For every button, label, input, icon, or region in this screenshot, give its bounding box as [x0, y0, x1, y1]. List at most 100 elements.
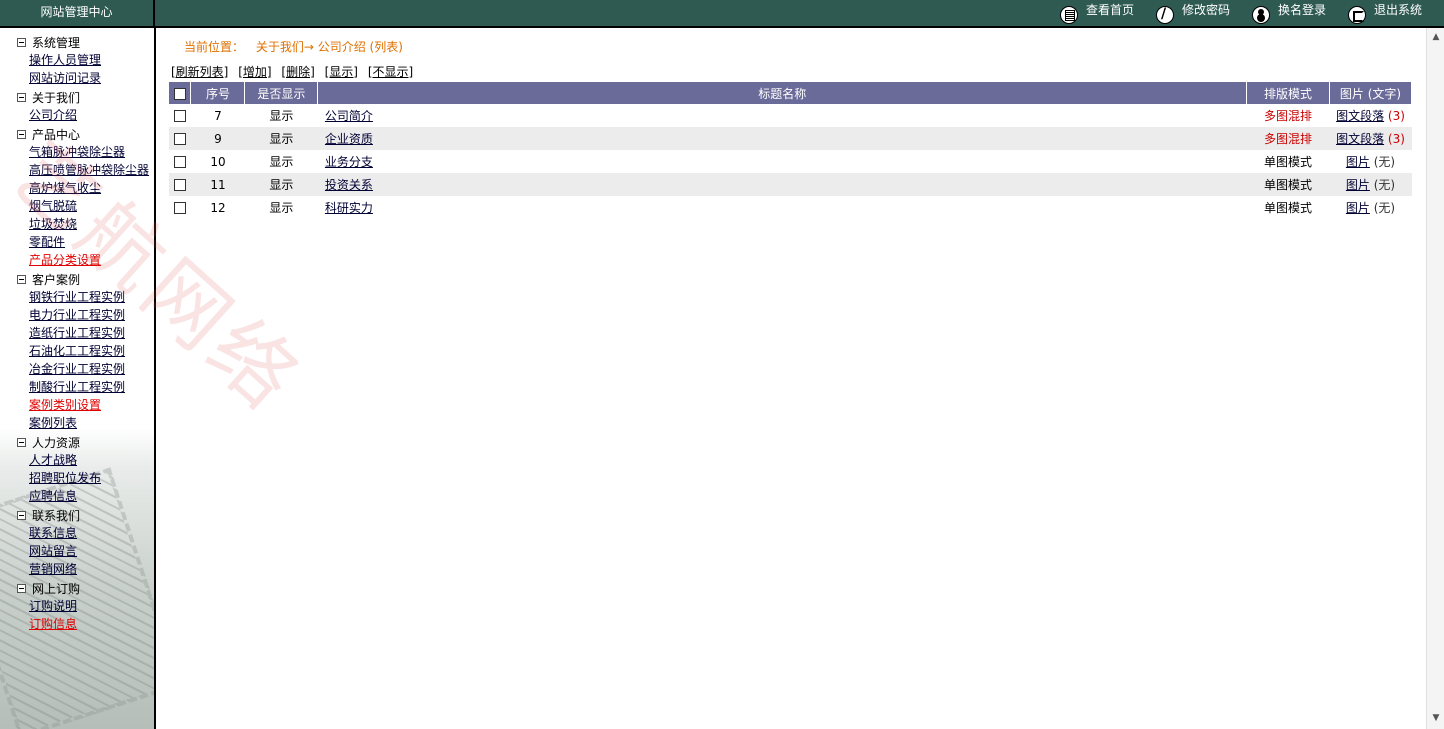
sidebar-item[interactable]: 垃圾焚烧: [0, 215, 154, 233]
sidebar-item[interactable]: 案例类别设置: [0, 396, 154, 414]
sidebar-item[interactable]: 公司介绍: [0, 106, 154, 124]
sidebar-item[interactable]: 订购说明: [0, 597, 154, 615]
sidebar-group-header[interactable]: 关于我们: [0, 88, 154, 106]
sidebar-group-title: 人力资源: [32, 435, 81, 450]
sidebar-item[interactable]: 造纸行业工程实例: [0, 324, 154, 342]
row-id: 10: [210, 154, 226, 169]
key-icon: [1155, 6, 1174, 24]
sidebar-item[interactable]: 电力行业工程实例: [0, 306, 154, 324]
scroll-up-arrow-icon[interactable]: ▲: [1430, 32, 1442, 44]
sidebar-item[interactable]: 案例列表: [0, 414, 154, 432]
collapse-minus-icon[interactable]: [17, 37, 26, 47]
sidebar-item[interactable]: 网站留言: [0, 542, 154, 560]
sidebar-group-title: 系统管理: [32, 35, 81, 50]
table-row: 7 显示 公司简介 多图混排 图文段落 (3): [169, 104, 1412, 127]
table-header-row: 序号 是否显示 标题名称 排版模式 图片 (文字): [169, 82, 1413, 104]
row-picture-link[interactable]: 图片: [1346, 178, 1370, 192]
row-title-link[interactable]: 企业资质: [325, 132, 373, 146]
sidebar-group-header[interactable]: 联系我们: [0, 506, 154, 524]
row-picture-link[interactable]: 图片: [1346, 155, 1370, 169]
logout-label: 退出系统: [1373, 3, 1422, 17]
row-picture-link[interactable]: 图片: [1346, 201, 1370, 215]
sidebar-item[interactable]: 人才战略: [0, 451, 154, 469]
sidebar-item[interactable]: 订购信息: [0, 615, 154, 633]
row-title-cell: 业务分支: [318, 150, 1247, 173]
sidebar-item[interactable]: 产品分类设置: [0, 251, 154, 269]
row-id: 7: [214, 108, 222, 123]
sidebar-group-header[interactable]: 人力资源: [0, 433, 154, 451]
row-title-link[interactable]: 公司简介: [325, 109, 373, 123]
sidebar-group-header[interactable]: 客户案例: [0, 270, 154, 288]
refresh-list-button[interactable]: [刷新列表]: [171, 65, 228, 79]
row-picture-link[interactable]: 图文段落: [1336, 109, 1384, 123]
row-checkbox[interactable]: [173, 156, 186, 168]
select-all-header[interactable]: [169, 82, 192, 104]
switch-user-link[interactable]: 换名登录: [1251, 2, 1326, 24]
collapse-minus-icon[interactable]: [17, 437, 26, 447]
sidebar-group-header[interactable]: 系统管理: [0, 33, 154, 51]
sidebar-item[interactable]: 烟气脱硫: [0, 197, 154, 215]
sidebar-item[interactable]: 招聘职位发布: [0, 469, 154, 487]
row-id: 11: [190, 173, 245, 196]
row-picture-cell: 图文段落 (3): [1329, 104, 1411, 127]
top-links: 查看首页 修改密码 换名登录 退出系统: [1038, 0, 1422, 26]
header-show: 是否显示: [244, 82, 319, 104]
table-row: 12 显示 科研实力 单图模式 图片 (无): [169, 196, 1412, 219]
sidebar-item[interactable]: 钢铁行业工程实例: [0, 288, 154, 306]
breadcrumb-path: 关于我们→ 公司介绍 (列表): [255, 40, 403, 54]
show-button[interactable]: [显示]: [325, 65, 358, 79]
collapse-minus-icon[interactable]: [17, 510, 26, 520]
row-show-status: 显示: [244, 173, 318, 196]
row-checkbox[interactable]: [173, 202, 186, 214]
row-picture-count: (无): [1373, 201, 1396, 215]
sidebar-item[interactable]: 操作人员管理: [0, 51, 154, 69]
row-select-cell[interactable]: [169, 173, 191, 196]
scroll-down-arrow-icon[interactable]: ▼: [1430, 713, 1442, 725]
sidebar-item[interactable]: 冶金行业工程实例: [0, 360, 154, 378]
sidebar-group-header[interactable]: 产品中心: [0, 125, 154, 143]
row-picture-count: (无): [1373, 155, 1396, 169]
row-checkbox[interactable]: [173, 133, 186, 145]
row-select-cell[interactable]: [169, 127, 191, 150]
hide-button[interactable]: [不显示]: [368, 65, 413, 79]
switch-user-label: 换名登录: [1277, 3, 1326, 17]
vertical-scrollbar[interactable]: ▲ ▼: [1426, 28, 1444, 729]
add-button[interactable]: [增加]: [238, 65, 271, 79]
row-layout: 单图模式: [1263, 201, 1312, 215]
logout-link[interactable]: 退出系统: [1347, 2, 1422, 24]
row-select-cell[interactable]: [169, 104, 191, 127]
row-title-link[interactable]: 科研实力: [325, 201, 373, 215]
table-body: 7 显示 公司简介 多图混排 图文段落 (3) 9 显示 企业资质 多图混排 图文段落 (3) 10…: [169, 104, 1412, 219]
sidebar-item[interactable]: 气箱脉冲袋除尘器: [0, 143, 154, 161]
change-password-link[interactable]: 修改密码: [1155, 2, 1230, 24]
row-title-link[interactable]: 投资关系: [325, 178, 373, 192]
collapse-minus-icon[interactable]: [17, 274, 26, 284]
row-checkbox[interactable]: [173, 110, 186, 122]
brand-title: 网站管理中心: [0, 0, 155, 26]
row-checkbox[interactable]: [173, 179, 186, 191]
view-home-link[interactable]: 查看首页: [1059, 2, 1134, 24]
row-title-link[interactable]: 业务分支: [325, 155, 373, 169]
collapse-minus-icon[interactable]: [17, 92, 26, 102]
sidebar-group-header[interactable]: 网上订购: [0, 579, 154, 597]
sidebar-item[interactable]: 高炉煤气收尘: [0, 179, 154, 197]
sidebar-item[interactable]: 制酸行业工程实例: [0, 378, 154, 396]
row-picture-link[interactable]: 图文段落: [1336, 132, 1384, 146]
row-show-status: 显示: [269, 155, 294, 169]
sidebar-item[interactable]: 零配件: [0, 233, 154, 251]
sidebar-item[interactable]: 网站访问记录: [0, 69, 154, 87]
row-picture-count: (3): [1387, 109, 1405, 123]
collapse-minus-icon[interactable]: [17, 129, 26, 139]
collapse-minus-icon[interactable]: [17, 583, 26, 593]
row-select-cell[interactable]: [169, 196, 191, 219]
sidebar-item[interactable]: 联系信息: [0, 524, 154, 542]
sidebar-item[interactable]: 营销网络: [0, 560, 154, 578]
row-select-cell[interactable]: [169, 150, 191, 173]
sidebar-item[interactable]: 高压喷管脉冲袋除尘器: [0, 161, 154, 179]
select-all-checkbox[interactable]: [173, 87, 186, 100]
action-bar: [刷新列表] [增加] [删除] [显示] [不显示]: [171, 63, 419, 80]
row-layout: 单图模式: [1246, 173, 1330, 196]
sidebar-item[interactable]: 石油化工工程实例: [0, 342, 154, 360]
delete-button[interactable]: [删除]: [281, 65, 314, 79]
sidebar-item[interactable]: 应聘信息: [0, 487, 154, 505]
